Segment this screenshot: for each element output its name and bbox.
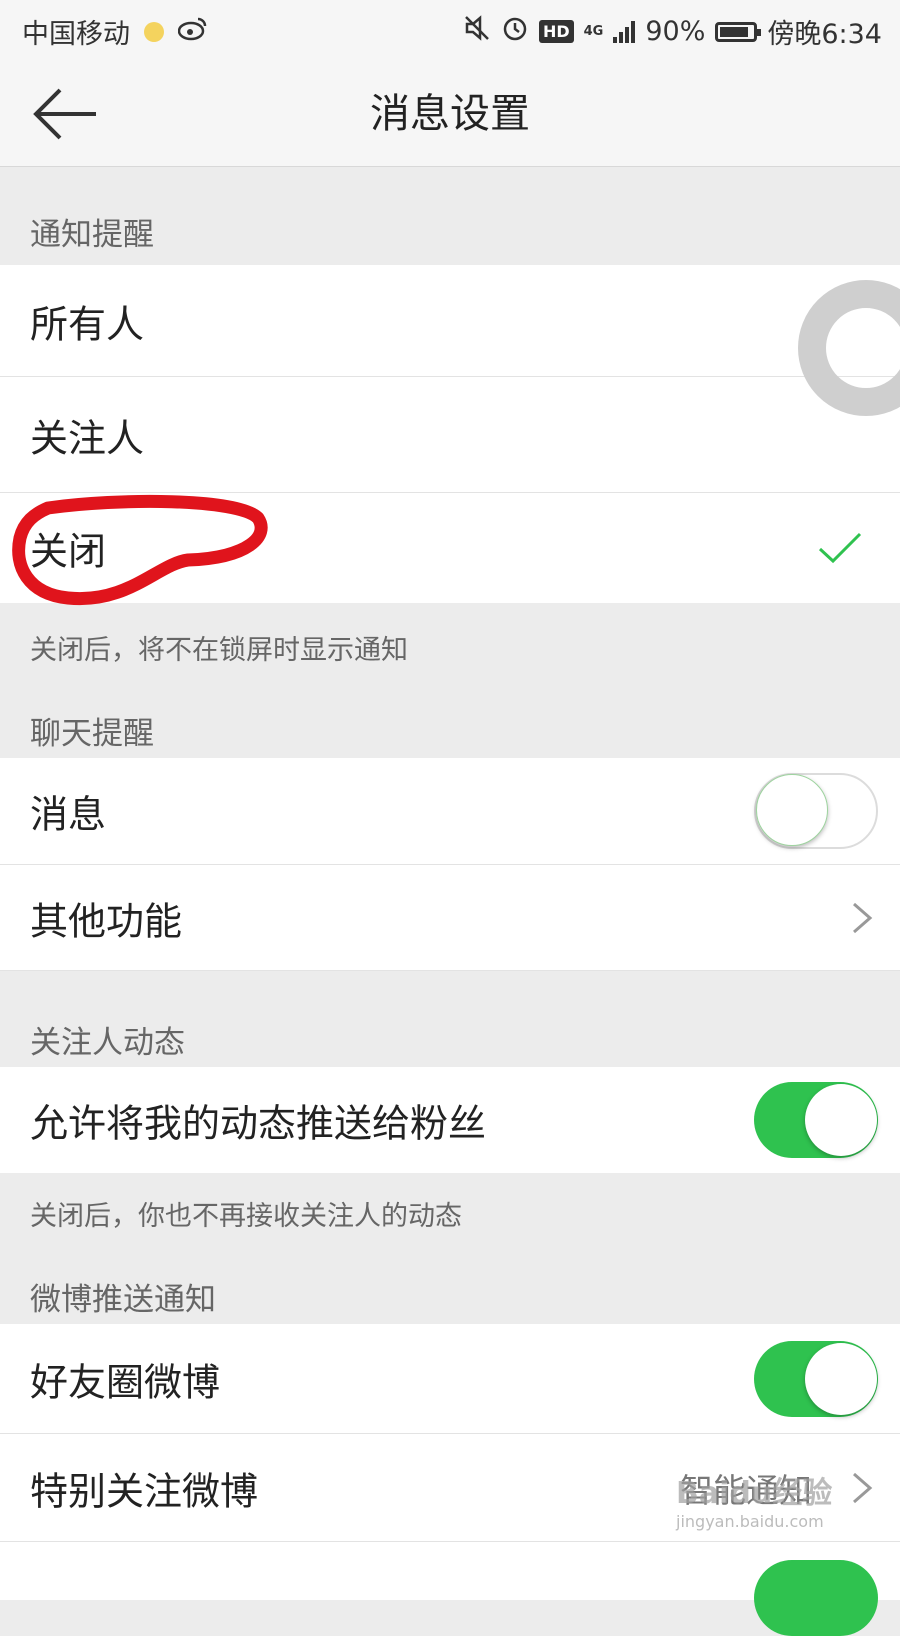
notification-dot-icon (144, 21, 164, 42)
section-title-weibo-push: 微博推送通知 (30, 1282, 216, 1318)
chevron-right-icon (853, 902, 873, 933)
hd-badge: HD (538, 20, 574, 43)
notify-note: 关闭后，将不在锁屏时显示通知 (30, 635, 408, 666)
mute-icon (463, 14, 491, 49)
section-header-chat: 聊天提醒 (0, 690, 900, 758)
watermark-url: jingyan.baidu.com (676, 1512, 824, 1531)
section-header-notify: 通知提醒 (0, 167, 900, 265)
nav-bar: 消息设置 (0, 62, 900, 167)
section-header-weibo-push: 微博推送通知 (0, 1256, 900, 1324)
section-title-chat: 聊天提醒 (30, 716, 154, 752)
alarm-icon (501, 14, 529, 49)
signal-icon (613, 20, 636, 43)
status-bar: 中国移动 HD 4G 90% 傍晚6:34 (0, 0, 900, 62)
other-functions-label: 其他功能 (30, 899, 183, 943)
clock: 傍晚6:34 (767, 19, 882, 50)
toggle-knob (805, 1342, 877, 1415)
option-label-everyone: 所有人 (30, 302, 145, 346)
option-label-off: 关闭 (30, 529, 107, 574)
option-row-off[interactable]: 关闭 (0, 493, 900, 603)
special-follow-label: 特别关注微博 (30, 1469, 259, 1513)
friends-weibo-toggle[interactable] (754, 1340, 878, 1417)
section-title-following: 关注人动态 (30, 1025, 185, 1061)
watermark-logo: Baidu经验 (676, 1476, 833, 1511)
page-title: 消息设置 (370, 91, 530, 137)
option-row-following[interactable]: 关注人 (0, 377, 900, 493)
toggle-knob (756, 774, 828, 846)
battery-icon (715, 21, 762, 42)
row-other-functions[interactable]: 其他功能 (0, 865, 900, 971)
row-friends-weibo[interactable]: 好友圈微博 (0, 1324, 900, 1434)
toggle-knob (805, 1084, 877, 1156)
partial-toggle[interactable] (754, 1560, 878, 1636)
section-header-following: 关注人动态 (0, 971, 900, 1067)
message-label: 消息 (30, 792, 107, 837)
friends-weibo-label: 好友圈微博 (30, 1360, 221, 1404)
watermark: Baidu经验 jingyan.baidu.com (676, 1468, 832, 1531)
option-row-everyone[interactable]: 所有人 (0, 265, 900, 377)
row-message[interactable]: 消息 (0, 758, 900, 865)
battery-percent: 90% (645, 16, 706, 47)
following-note: 关闭后，你也不再接收关注人的动态 (30, 1201, 462, 1232)
checkmark-icon (818, 532, 862, 564)
chevron-right-icon (853, 1472, 873, 1503)
carrier-name: 中国移动 (22, 19, 130, 50)
weibo-icon (177, 15, 208, 48)
row-push-to-fans[interactable]: 允许将我的动态推送给粉丝 (0, 1067, 900, 1173)
push-to-fans-label: 允许将我的动态推送给粉丝 (30, 1101, 487, 1146)
push-to-fans-toggle[interactable] (754, 1082, 878, 1158)
message-toggle[interactable] (754, 773, 878, 849)
network-type: 4G (583, 23, 604, 39)
option-label-following: 关注人 (30, 416, 145, 460)
section-title-notify: 通知提醒 (30, 217, 154, 253)
